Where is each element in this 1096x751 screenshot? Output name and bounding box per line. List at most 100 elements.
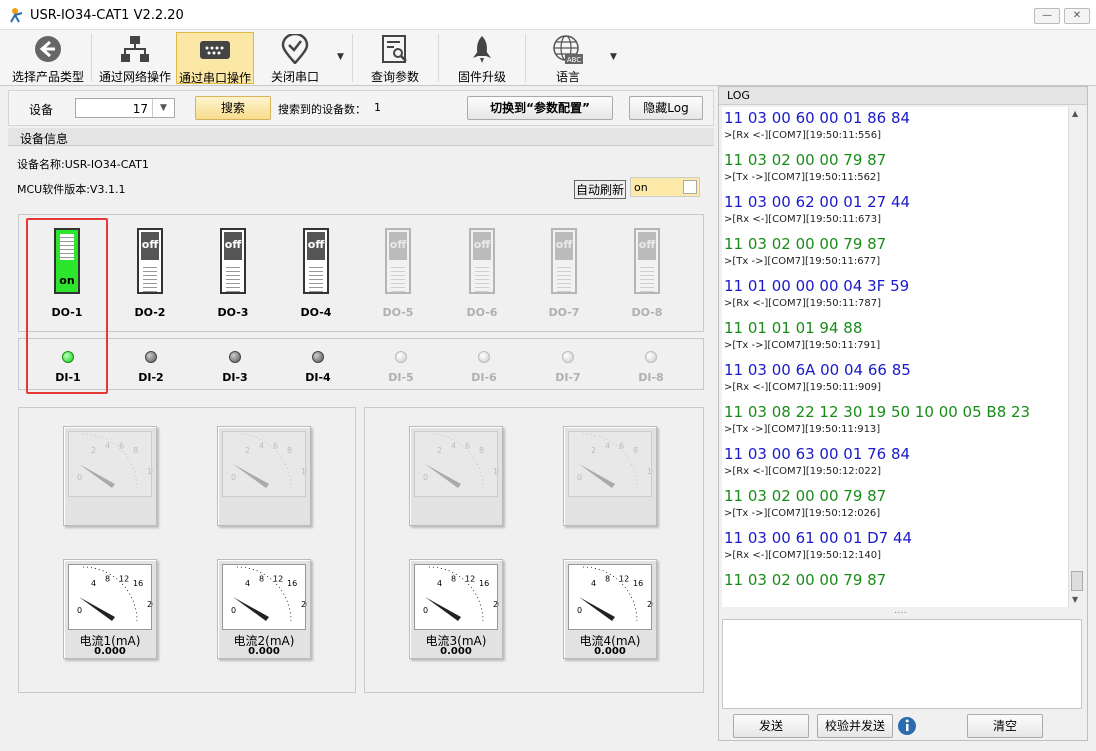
log-header: LOG (719, 87, 1087, 105)
gauge-tick-label: 20 (493, 600, 499, 609)
gauge-face: 0 2468 10 (222, 431, 311, 497)
switch-state-text: off (307, 232, 325, 260)
di-label: DI-7 (555, 371, 581, 384)
gauge-tick-label: 6 (119, 442, 124, 451)
do-label: DO-6 (466, 306, 498, 319)
gauge-needle (233, 597, 269, 621)
do-switch[interactable]: off (634, 228, 660, 294)
close-port-dropdown-icon[interactable]: ▼ (337, 52, 344, 62)
auto-refresh-value: on (634, 181, 648, 194)
gauge-face: 0 2468 10 (68, 431, 157, 497)
scroll-up-icon[interactable]: ▲ (1072, 109, 1078, 118)
serial-operation-button[interactable]: 通过串口操作 (176, 32, 254, 85)
gauge-tick-label: 4 (451, 442, 456, 451)
gauge-needle (425, 464, 461, 488)
device-id-combo[interactable]: 17 ▼ (75, 98, 175, 118)
do-switch[interactable]: off (385, 228, 411, 294)
do-switch[interactable]: off (137, 228, 163, 294)
log-line: >[Rx <-][COM7][19:50:12:022] (724, 466, 882, 477)
log-line: >[Rx <-][COM7][19:50:12:140] (724, 550, 882, 561)
query-params-button[interactable]: 查询参数 (358, 32, 432, 84)
gauge-face: 0 2468 10 (568, 431, 657, 497)
gauge-dial: 0 2468 10 (77, 433, 157, 489)
found-count-label: 搜索到的设备数： (278, 103, 366, 116)
gauge-tick-label: 10 (301, 467, 307, 476)
info-icon[interactable] (897, 716, 917, 736)
gauge-tick-label: 0 (77, 473, 82, 482)
log-panel: LOG 11 03 00 60 00 01 86 84 >[Rx <-][COM7… (718, 86, 1088, 741)
do-switch[interactable]: off (551, 228, 577, 294)
gauge: 0 2468 10 (409, 426, 503, 526)
log-line: >[Rx <-][COM7][19:50:11:787] (724, 298, 882, 309)
log-line: 11 03 00 63 00 01 76 84 (724, 445, 911, 463)
switch-state-text: off (638, 232, 656, 260)
gauge-face: 0 48 12 16 20 (68, 564, 157, 630)
gauge-tick-label: 12 (619, 575, 629, 584)
log-line: >[Tx ->][COM7][19:50:11:562] (724, 172, 881, 183)
gauge-tick-label: 8 (133, 446, 138, 455)
send-button[interactable]: 发送 (733, 714, 809, 738)
do-switch[interactable]: off (469, 228, 495, 294)
gauge-tick-label: 0 (231, 473, 236, 482)
verify-send-button[interactable]: 校验并发送 (817, 714, 893, 738)
device-label: 设备 (29, 103, 54, 117)
gauge-tick-label: 4 (91, 579, 96, 588)
switch-state-text: off (141, 232, 159, 260)
auto-refresh-label: 自动刷新 (574, 180, 627, 199)
search-button[interactable]: 搜索 (195, 96, 271, 120)
select-product-button[interactable]: 选择产品类型 (8, 32, 88, 84)
hide-log-button[interactable]: 隐藏Log (629, 96, 703, 120)
log-line: 11 03 02 00 00 79 87 (724, 571, 887, 589)
gauge: 048121620电流2(mA)0.000 (217, 559, 311, 659)
do-switch[interactable]: off (303, 228, 329, 294)
close-button[interactable]: ✕ (1064, 8, 1090, 24)
firmware-upgrade-button[interactable]: 固件升级 (444, 32, 520, 84)
di-led (145, 351, 157, 363)
gauge: 0 2468 10 (563, 426, 657, 526)
gauge-tick-label: 4 (245, 579, 250, 588)
log-line: 11 03 00 61 00 01 D7 44 (724, 529, 913, 547)
log-line: >[Rx <-][COM7][19:50:11:909] (724, 382, 882, 393)
found-count-value: 1 (374, 101, 381, 114)
switch-state-text: off (389, 232, 407, 260)
gauge-tick-label: 8 (451, 575, 456, 584)
gauge-dial: 0 48 12 16 20 (423, 566, 503, 622)
do-switch[interactable]: off (220, 228, 246, 294)
device-bar: 设备 17 ▼ 搜索 搜索到的设备数： 1 切换到“参数配置” 隐藏Log (8, 90, 714, 126)
do-label: DO-8 (631, 306, 663, 319)
gauge: 0 2468 10 (217, 426, 311, 526)
scroll-thumb[interactable] (1071, 571, 1083, 591)
gauge-dial: 0 48 12 16 20 (231, 566, 311, 622)
clear-button[interactable]: 清空 (967, 714, 1043, 738)
toolbar: 选择产品类型 通过网络操作 通过串口操作 关闭串口 ▼ 查询参数 固件升级 AB… (0, 30, 1096, 86)
gauge-dial: 0 2468 10 (231, 433, 311, 489)
gauge-tick-label: 4 (605, 442, 610, 451)
gauge: 0 2468 10 (63, 426, 157, 526)
log-line: 11 03 00 6A 00 04 66 85 (724, 361, 911, 379)
gauge: 048121620电流1(mA)0.000 (63, 559, 157, 659)
splitter-handle[interactable]: .... (894, 605, 907, 616)
close-port-button[interactable]: 关闭串口 (258, 32, 332, 84)
scroll-down-icon[interactable]: ▼ (1072, 595, 1078, 604)
language-dropdown-icon[interactable]: ▼ (610, 52, 617, 62)
network-operation-button[interactable]: 通过网络操作 (95, 32, 175, 84)
log-scrollbar[interactable]: ▲ ▼ (1068, 107, 1084, 607)
switch-config-button[interactable]: 切换到“参数配置” (467, 96, 613, 120)
chevron-down-icon[interactable]: ▼ (152, 99, 174, 117)
auto-refresh-toggle[interactable]: on (630, 177, 700, 197)
log-line: 11 01 00 00 00 04 3F 59 (724, 277, 910, 295)
minimize-button[interactable]: — (1034, 8, 1060, 24)
send-input[interactable] (722, 619, 1082, 709)
di-led (562, 351, 574, 363)
switch-state-text: off (473, 232, 491, 260)
log-line: 11 03 02 00 00 79 87 (724, 487, 887, 505)
back-arrow-icon (35, 36, 61, 62)
log-line: 11 03 08 22 12 30 19 50 10 00 05 B8 23 (724, 403, 1031, 421)
gauge-needle (579, 464, 615, 488)
network-icon (121, 36, 149, 62)
language-button[interactable]: ABC 语言 (530, 32, 606, 84)
switch-lines (226, 264, 240, 292)
toolbar-separator (91, 34, 92, 82)
gauge-tick-label: 2 (245, 446, 250, 455)
switch-lines (309, 264, 323, 292)
